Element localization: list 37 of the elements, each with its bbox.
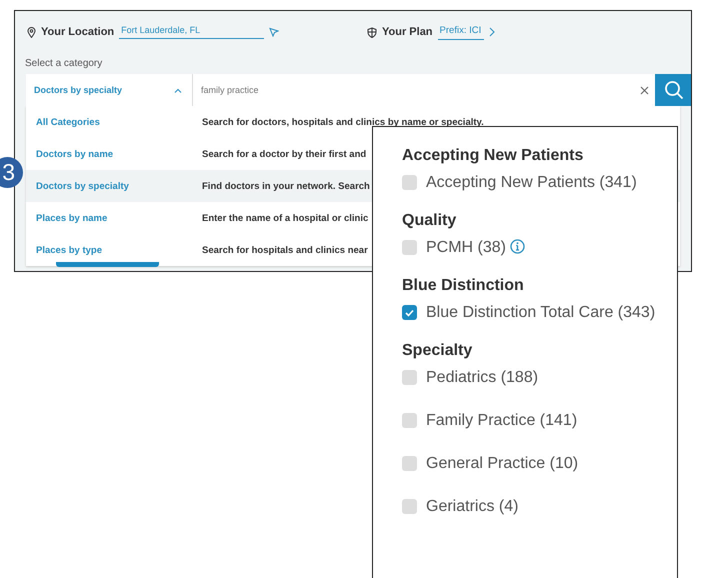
filter-option-label[interactable]: Pediatrics (188) [426,369,538,386]
shield-icon [367,26,377,38]
checkbox[interactable] [402,499,417,514]
search-icon [664,80,684,100]
navigation-arrow-icon[interactable] [269,27,280,37]
info-icon[interactable] [510,239,526,254]
filter-option-label[interactable]: Blue Distinction Total Care (343) [426,304,656,321]
checkmark-icon [405,308,414,316]
category-description: Find doctors in your network. Search [202,180,370,192]
category-dropdown[interactable]: Doctors by specialty [26,74,193,106]
search-field[interactable]: family practice [193,74,655,106]
category-description: Search for hospitals and clinics near [202,244,368,256]
chevron-right-icon[interactable] [489,27,496,37]
checkbox[interactable] [402,240,417,255]
category-description: Enter the name of a hospital or clinic [202,212,368,224]
filter-option-label[interactable]: Accepting New Patients (341) [426,174,637,191]
category-description: Search for a doctor by their first and [202,148,366,160]
location-label: Your Location [41,26,114,38]
filter-option-label[interactable]: Geriatrics (4) [426,498,518,515]
clear-icon[interactable] [640,86,649,94]
checkbox[interactable] [402,175,417,190]
filter-heading: Quality [402,212,458,230]
filter-option-label[interactable]: Family Practice (141) [426,412,578,429]
filter-option-label[interactable]: General Practice (10) [426,455,578,472]
search-button[interactable] [655,74,691,106]
filter-heading: Blue Distinction [402,277,525,295]
caret-up-icon[interactable] [174,88,182,92]
plan-label: Your Plan [382,26,433,38]
category-label: Select a category [24,57,104,71]
checkbox[interactable] [402,413,417,428]
checkbox[interactable] [402,456,417,471]
checkbox[interactable] [402,305,417,320]
filter-option-label[interactable]: PCMH (38) [426,239,506,256]
checkbox[interactable] [402,370,417,385]
filter-heading: Specialty [402,342,474,360]
filter-heading: Accepting New Patients [402,147,584,165]
location-pin-icon [27,26,36,38]
